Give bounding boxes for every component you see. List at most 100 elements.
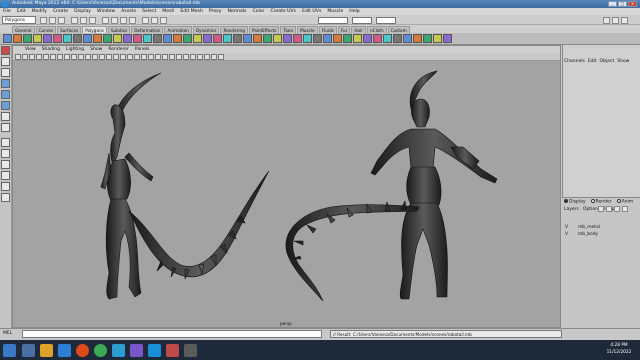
- create-layer-icon[interactable]: [598, 206, 604, 212]
- shelf-tool-icon[interactable]: [263, 34, 272, 43]
- panel-menu-lighting[interactable]: Lighting: [66, 47, 84, 52]
- shelf-tab-general[interactable]: General: [12, 26, 35, 33]
- layout-hypershade-icon[interactable]: [1, 193, 10, 202]
- panel-tool-icon[interactable]: [120, 54, 126, 60]
- shelf-tab-fluids[interactable]: Fluids: [318, 26, 337, 33]
- snap-grid-icon[interactable]: [102, 17, 109, 24]
- shelf-tab-deformation[interactable]: Deformation: [131, 26, 164, 33]
- shelf-tab-hair[interactable]: Hair: [351, 26, 366, 33]
- menu-help[interactable]: Help: [349, 9, 359, 14]
- render-settings-icon[interactable]: [160, 17, 167, 24]
- shelf-tool-icon[interactable]: [143, 34, 152, 43]
- shelf-tool-icon[interactable]: [233, 34, 242, 43]
- menu-set-select[interactable]: Polygons: [2, 16, 36, 24]
- panel-tool-icon[interactable]: [36, 54, 42, 60]
- shelf-tab-dynamics[interactable]: Dynamics: [192, 26, 220, 33]
- panel-tool-icon[interactable]: [127, 54, 133, 60]
- shelf-tool-icon[interactable]: [363, 34, 372, 43]
- menu-muscle[interactable]: Muscle: [327, 9, 343, 14]
- shelf-tool-icon[interactable]: [183, 34, 192, 43]
- menu-normals[interactable]: Normals: [227, 9, 246, 14]
- panel-tool-icon[interactable]: [99, 54, 105, 60]
- shelf-tab-rendering[interactable]: Rendering: [220, 26, 248, 33]
- cb-menu-edit[interactable]: Edit: [588, 59, 597, 64]
- shelf-tab-subdivs[interactable]: Subdivs: [107, 26, 131, 33]
- shelf-tool-icon[interactable]: [63, 34, 72, 43]
- panel-tool-icon[interactable]: [176, 54, 182, 60]
- panel-tool-icon[interactable]: [169, 54, 175, 60]
- shelf-tool-icon[interactable]: [373, 34, 382, 43]
- snap-curve-icon[interactable]: [111, 17, 118, 24]
- panel-tool-icon[interactable]: [50, 54, 56, 60]
- select-hierarchy-icon[interactable]: [71, 17, 78, 24]
- shelf-tab-paint-effects[interactable]: PaintEffects: [248, 26, 280, 33]
- move-layer-up-icon[interactable]: [614, 206, 620, 212]
- shelf-tab-muscle[interactable]: Muscle: [297, 26, 318, 33]
- transform-field-x[interactable]: [318, 17, 348, 24]
- chrome-taskbar-icon[interactable]: [94, 344, 107, 357]
- panel-tool-icon[interactable]: [162, 54, 168, 60]
- photoshop-taskbar-icon[interactable]: [148, 344, 161, 357]
- panel-tool-icon[interactable]: [57, 54, 63, 60]
- save-scene-icon[interactable]: [58, 17, 65, 24]
- shelf-tool-icon[interactable]: [123, 34, 132, 43]
- new-scene-icon[interactable]: [40, 17, 47, 24]
- shelf-tool-icon[interactable]: [313, 34, 322, 43]
- firefox-taskbar-icon[interactable]: [76, 344, 89, 357]
- shelf-tool-icon[interactable]: [423, 34, 432, 43]
- select-tool-icon[interactable]: [1, 46, 10, 55]
- select-object-icon[interactable]: [80, 17, 87, 24]
- maya-taskbar-icon[interactable]: [112, 344, 125, 357]
- shelf-tool-icon[interactable]: [173, 34, 182, 43]
- shelf-tool-icon[interactable]: [323, 34, 332, 43]
- layer-row[interactable]: V mb_metal: [563, 224, 639, 231]
- shelf-tool-icon[interactable]: [3, 34, 12, 43]
- shelf-tab-surfaces[interactable]: Surfaces: [57, 26, 82, 33]
- panel-tool-icon[interactable]: [190, 54, 196, 60]
- menu-modify[interactable]: Modify: [32, 9, 47, 14]
- create-layer-from-selection-icon[interactable]: [606, 206, 612, 212]
- panel-tool-icon[interactable]: [155, 54, 161, 60]
- last-tool-icon[interactable]: [1, 123, 10, 132]
- panel-tool-icon[interactable]: [15, 54, 21, 60]
- file-explorer-taskbar-icon[interactable]: [22, 344, 35, 357]
- shelf-tool-icon[interactable]: [403, 34, 412, 43]
- shelf-tool-icon[interactable]: [43, 34, 52, 43]
- transform-field-z[interactable]: [376, 17, 396, 24]
- panel-menu-view[interactable]: View: [25, 47, 36, 52]
- shelf-tool-icon[interactable]: [13, 34, 22, 43]
- snap-plane-icon[interactable]: [129, 17, 136, 24]
- cb-menu-object[interactable]: Object: [600, 59, 615, 64]
- menu-edit-uvs[interactable]: Edit UVs: [302, 9, 321, 14]
- open-scene-icon[interactable]: [49, 17, 56, 24]
- shelf-tab-fur[interactable]: Fur: [337, 26, 351, 33]
- ipr-render-icon[interactable]: [151, 17, 158, 24]
- shelf-tool-icon[interactable]: [73, 34, 82, 43]
- mel-input[interactable]: [22, 330, 322, 338]
- panel-tool-icon[interactable]: [29, 54, 35, 60]
- menu-select[interactable]: Select: [142, 9, 156, 14]
- layer-visibility-toggle[interactable]: V: [565, 231, 568, 238]
- shelf-tool-icon[interactable]: [333, 34, 342, 43]
- layer-type-toggle[interactable]: [571, 231, 575, 238]
- shelf-tool-icon[interactable]: [53, 34, 62, 43]
- app2-taskbar-icon[interactable]: [166, 344, 179, 357]
- menu-edit[interactable]: Edit: [17, 9, 26, 14]
- panel-menu-renderer[interactable]: Renderer: [108, 47, 129, 52]
- menu-color[interactable]: Color: [252, 9, 264, 14]
- shelf-tool-icon[interactable]: [253, 34, 262, 43]
- panel-tool-icon[interactable]: [64, 54, 70, 60]
- menu-create[interactable]: Create: [53, 9, 68, 14]
- close-button[interactable]: ×: [628, 1, 637, 7]
- toggle-tool-settings-icon[interactable]: [612, 17, 619, 24]
- mel-label[interactable]: MEL: [3, 331, 12, 336]
- layout-outliner-icon[interactable]: [1, 171, 10, 180]
- panel-menu-shading[interactable]: Shading: [42, 47, 60, 52]
- menu-file[interactable]: File: [3, 9, 11, 14]
- maximize-button[interactable]: □: [618, 1, 627, 7]
- shelf-tool-icon[interactable]: [153, 34, 162, 43]
- panel-tool-icon[interactable]: [85, 54, 91, 60]
- panel-tool-icon[interactable]: [22, 54, 28, 60]
- app-taskbar-icon[interactable]: [130, 344, 143, 357]
- shelf-tool-icon[interactable]: [353, 34, 362, 43]
